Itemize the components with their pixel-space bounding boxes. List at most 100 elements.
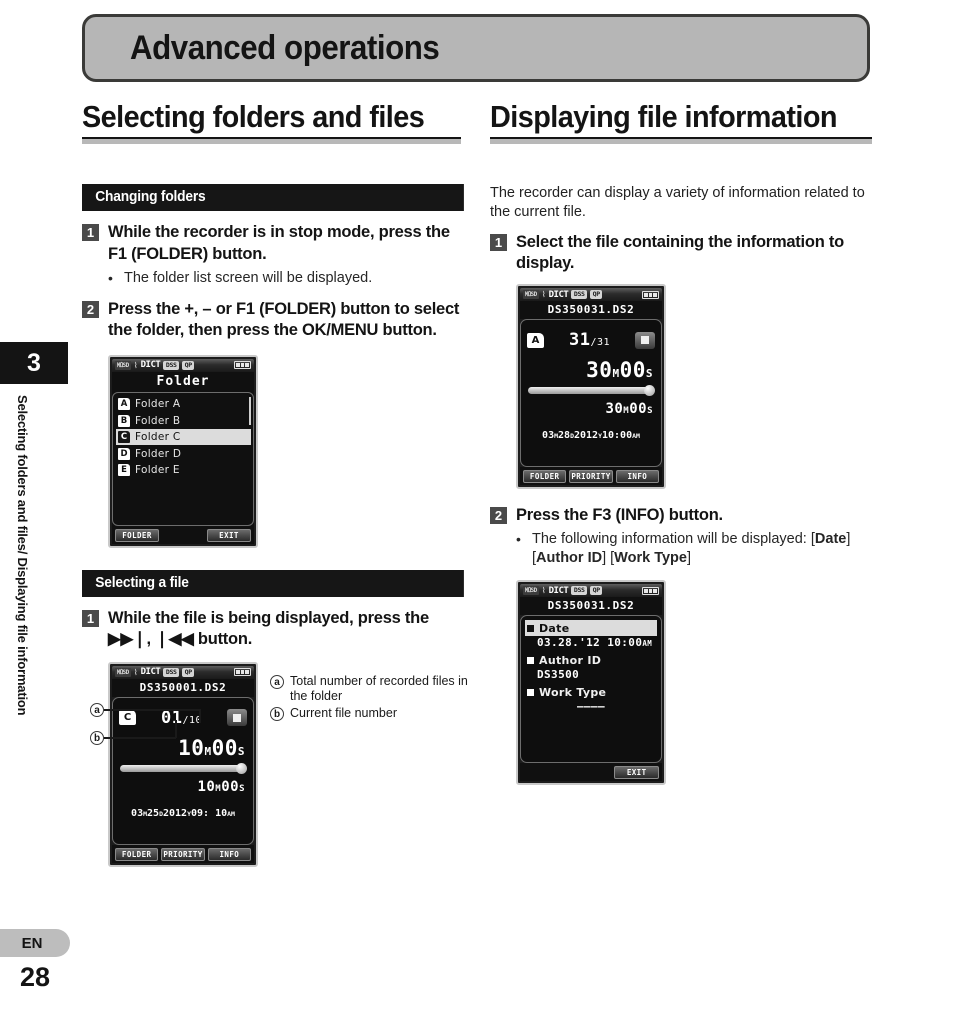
step-text: While the recorder is in stop mode, pres… bbox=[108, 223, 450, 263]
folder-label: Folder D bbox=[135, 447, 182, 460]
file-counter: 31/31 bbox=[544, 330, 635, 350]
softkey-info[interactable]: INFO bbox=[207, 847, 251, 861]
lcd-filename: DS350031.DS2 bbox=[520, 597, 662, 616]
softkey-exit[interactable]: EXIT bbox=[614, 766, 660, 780]
date-year: 2012 bbox=[573, 430, 599, 442]
folder-icon: E bbox=[118, 464, 130, 476]
elapsed-seconds: 00 bbox=[211, 735, 238, 760]
softkey-info[interactable]: INFO bbox=[615, 470, 659, 484]
quality-badge-qp: QP bbox=[590, 586, 603, 596]
quality-badge-qp: QP bbox=[182, 667, 195, 677]
mic-icon: ⌇ bbox=[541, 586, 546, 596]
progress-knob[interactable] bbox=[236, 762, 247, 774]
folder-label: Folder E bbox=[135, 464, 180, 476]
step-text: Select the file containing the informati… bbox=[516, 233, 844, 273]
intro-paragraph: The recorder can display a variety of in… bbox=[490, 185, 865, 220]
leader-line-a bbox=[104, 709, 200, 711]
step-1-displaying-info: 1 Select the file containing the informa… bbox=[490, 232, 872, 274]
date-year: 2012 bbox=[162, 807, 188, 819]
lcd-status-bar: ㏁SD ⌇ DICT DSS QP bbox=[520, 584, 662, 598]
folder-list[interactable]: A Folder A B Folder B C Folder C D Folde… bbox=[112, 391, 254, 526]
step-number: 2 bbox=[490, 507, 507, 525]
softkey-exit[interactable]: EXIT bbox=[207, 528, 251, 542]
folder-list-item[interactable]: A Folder A bbox=[116, 396, 251, 413]
date-day: 28 bbox=[558, 430, 571, 442]
battery-icon bbox=[642, 586, 659, 595]
format-badge-dss: DSS bbox=[571, 586, 588, 596]
softkey-folder[interactable]: FOLDER bbox=[115, 528, 159, 542]
folder-icon: B bbox=[118, 414, 130, 427]
softkey-priority[interactable]: PRIORITY bbox=[161, 847, 205, 861]
date-day: 25 bbox=[147, 807, 160, 819]
lcd-content: A 31/31 30M00S 30M00S 03M28D2012Y10:00AM bbox=[520, 319, 662, 468]
quality-badge-qp: QP bbox=[590, 290, 603, 300]
folder-list-item[interactable]: D Folder D bbox=[116, 445, 251, 462]
playback-progress-bar[interactable] bbox=[528, 385, 655, 397]
lcd-soft-keys: EXIT bbox=[520, 763, 662, 782]
page-root: Advanced operations Selecting folders an… bbox=[0, 0, 954, 1023]
left-heading: Selecting folders and files bbox=[82, 99, 425, 134]
softkey-folder[interactable]: FOLDER bbox=[523, 470, 567, 484]
total-time: 10M00S bbox=[113, 772, 253, 795]
bullet-square-icon bbox=[527, 688, 534, 696]
lcd-file-info: ㏁SD ⌇ DICT DSS QP DS350031.DS2 Date 03.2… bbox=[516, 580, 666, 786]
folder-list-item-selected[interactable]: C Folder C bbox=[116, 428, 251, 446]
recording-datetime: 03M25D2012Y09: 10AM bbox=[113, 808, 253, 819]
date-ampm: AM bbox=[632, 432, 640, 441]
info-row-value-date: 03.28.'12 10:00AM bbox=[525, 636, 657, 652]
lcd-soft-keys: FOLDER EXIT bbox=[112, 525, 254, 544]
stop-state-icon bbox=[227, 709, 247, 727]
date-month: 03 bbox=[542, 430, 555, 442]
language-tab: EN bbox=[0, 929, 70, 957]
step-text: Press the F3 (INFO) button. bbox=[516, 506, 723, 525]
bullet-square-icon bbox=[527, 624, 534, 632]
running-head: Selecting folders and files/ Displaying … bbox=[15, 395, 30, 716]
folder-icon: C bbox=[118, 431, 130, 443]
softkey-empty bbox=[569, 766, 612, 779]
language-label: EN bbox=[21, 934, 43, 952]
total-minutes: 10 bbox=[197, 778, 216, 795]
total-time: 30M00S bbox=[521, 394, 661, 417]
softkey-folder[interactable]: FOLDER bbox=[115, 847, 159, 861]
leader-line-b-vert bbox=[175, 720, 177, 738]
folder-label: Folder C bbox=[135, 431, 181, 443]
dict-mode-label: DICT bbox=[140, 667, 161, 678]
microsd-icon: ㏁SD bbox=[115, 667, 131, 677]
chapter-number: 3 bbox=[27, 349, 41, 377]
step-2-changing-folders: 2 Press the +, – or F1 (FOLDER) button t… bbox=[82, 299, 464, 341]
folder-indicator-icon: C bbox=[119, 710, 136, 726]
right-heading: Displaying file information bbox=[490, 99, 838, 134]
file-info-list: Date 03.28.'12 10:00AM Author ID DS3500 … bbox=[521, 616, 661, 716]
folder-list-item[interactable]: E Folder E bbox=[116, 462, 251, 479]
playback-header-row: A 31/31 bbox=[521, 320, 661, 354]
mic-icon: ⌇ bbox=[133, 667, 138, 677]
quality-badge-qp: QP bbox=[182, 360, 195, 370]
total-seconds: 00 bbox=[221, 778, 240, 795]
section-bar-selecting-a-file: Selecting a file bbox=[82, 569, 464, 597]
bullet-square-icon bbox=[527, 656, 534, 664]
file-counter: 01/10 bbox=[136, 708, 227, 728]
date-time: 09: 10 bbox=[191, 807, 228, 819]
info-value: 03.28.'12 10:00 bbox=[537, 636, 643, 650]
step-2-displaying-info: 2 Press the F3 (INFO) button. bbox=[490, 505, 872, 526]
playback-progress-bar[interactable] bbox=[120, 762, 247, 774]
dict-mode-label: DICT bbox=[548, 289, 569, 300]
folder-icon: A bbox=[118, 398, 130, 410]
format-badge-dss: DSS bbox=[571, 290, 588, 300]
info-row-key-work-type[interactable]: Work Type bbox=[525, 684, 657, 700]
legend-text: Current file number bbox=[290, 706, 397, 720]
scrollbar-thumb[interactable] bbox=[249, 396, 251, 425]
softkey-priority[interactable]: PRIORITY bbox=[569, 470, 613, 484]
folder-list-item[interactable]: B Folder B bbox=[116, 412, 251, 429]
step-number: 1 bbox=[490, 234, 507, 251]
info-row-key-date[interactable]: Date bbox=[525, 620, 657, 637]
dict-mode-label: DICT bbox=[140, 360, 161, 371]
battery-icon bbox=[642, 290, 659, 299]
info-key-label: Work Type bbox=[539, 685, 607, 699]
elapsed-minutes-unit: M bbox=[204, 744, 212, 758]
stop-state-icon bbox=[635, 331, 655, 349]
info-row-key-author-id[interactable]: Author ID bbox=[525, 652, 657, 668]
legend-text: Total number of recorded files in the fo… bbox=[290, 674, 468, 703]
date-month: 03 bbox=[131, 807, 144, 819]
lcd-soft-keys: FOLDER PRIORITY INFO bbox=[520, 467, 662, 486]
